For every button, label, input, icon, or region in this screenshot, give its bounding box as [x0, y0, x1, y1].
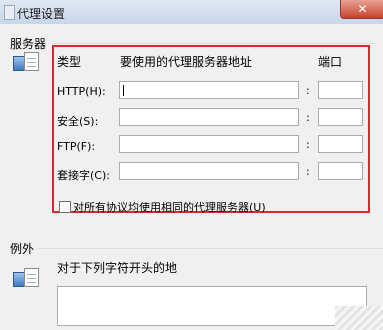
secure-colon: : [306, 111, 310, 124]
column-header-port: 端口 [318, 55, 343, 69]
exceptions-group-label: 例外 [10, 242, 35, 256]
text-caret [123, 85, 124, 96]
exceptions-description: 对于下列字符开头的地 [57, 261, 178, 275]
ftp-port-input[interactable] [318, 135, 363, 153]
same-proxy-label[interactable]: 对所有协议均使用相同的代理服务器(U) [73, 199, 266, 215]
secure-label: 安全(S): [57, 115, 99, 128]
servers-group-divider [52, 43, 377, 44]
ftp-label: FTP(F): [57, 140, 96, 153]
http-label: HTTP(H): [57, 85, 106, 98]
servers-group-label: 服务器 [10, 37, 47, 51]
watermark [335, 306, 383, 330]
ftp-address-input[interactable] [119, 135, 299, 153]
ftp-colon: : [306, 138, 310, 151]
socks-address-input[interactable] [119, 162, 299, 180]
column-header-type: 类型 [57, 55, 82, 69]
same-proxy-checkbox[interactable] [59, 201, 71, 213]
http-port-input[interactable] [318, 81, 363, 99]
window-title: 代理设置 [17, 7, 66, 21]
column-header-address: 要使用的代理服务器地址 [120, 55, 253, 69]
secure-address-input[interactable] [119, 108, 299, 126]
socks-colon: : [306, 165, 310, 178]
close-button[interactable]: ✕ [340, 0, 383, 19]
settings-window-icon [4, 5, 15, 20]
highlight-frame [52, 45, 370, 213]
socks-port-input[interactable] [318, 162, 363, 180]
secure-port-input[interactable] [318, 108, 363, 126]
exceptions-group-divider [38, 248, 383, 249]
http-colon: : [306, 84, 310, 97]
socks-label: 套接字(C): [57, 169, 110, 182]
http-address-input[interactable] [119, 81, 299, 99]
exceptions-textarea[interactable] [57, 286, 367, 326]
blurred-overlay [178, 257, 383, 271]
title-bar: 代理设置 ✕ [0, 0, 383, 24]
